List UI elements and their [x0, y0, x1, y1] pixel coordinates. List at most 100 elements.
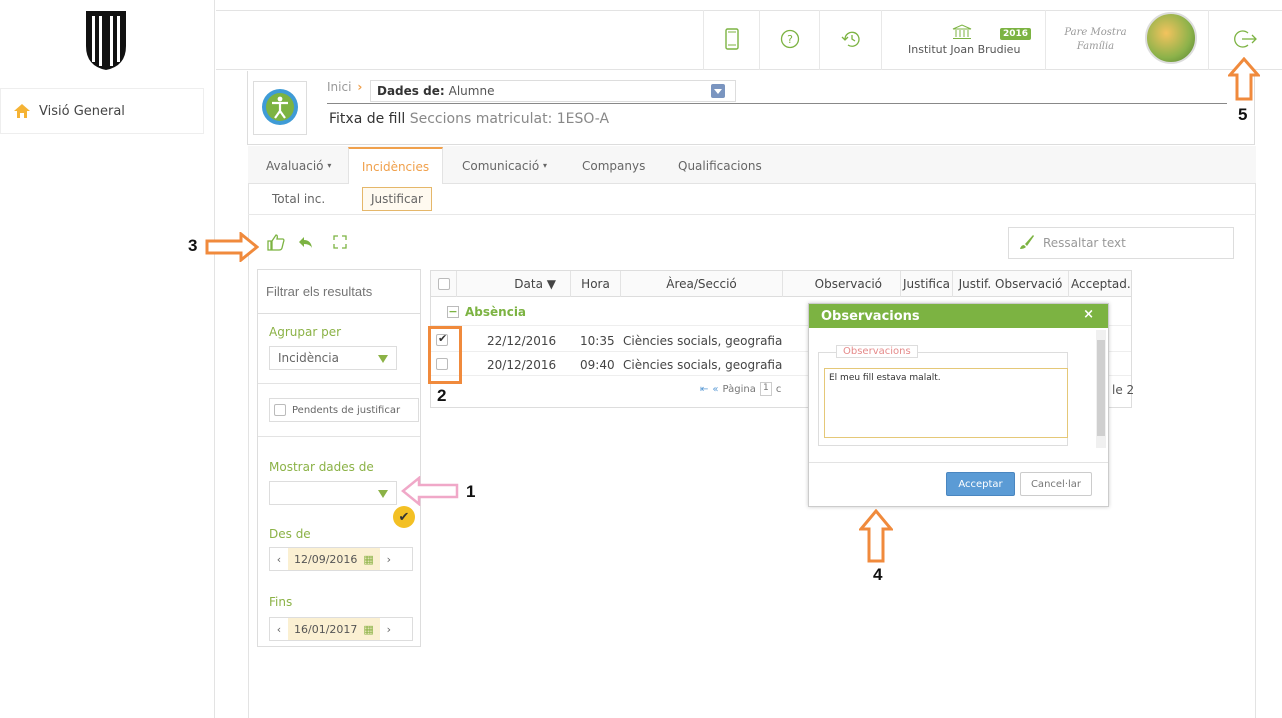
subtab-label: Total inc.: [272, 192, 326, 206]
pager-label: Pàgina: [722, 383, 756, 395]
next-date-icon[interactable]: ›: [380, 553, 398, 566]
sidebar-item-visio-general[interactable]: Visió General: [0, 88, 204, 134]
checkbox-icon: [437, 278, 450, 290]
student-avatar: [253, 81, 307, 135]
prev-page-icon[interactable]: «: [712, 384, 718, 395]
select-all-checkbox[interactable]: [431, 271, 457, 297]
prev-date-icon[interactable]: ‹: [270, 623, 288, 636]
svg-text:?: ?: [787, 33, 793, 46]
row-time: 09:40: [580, 358, 615, 372]
help-button[interactable]: ?: [759, 10, 819, 70]
apply-filter-button[interactable]: ✔: [393, 506, 415, 528]
calendar-icon[interactable]: ▦: [363, 623, 373, 636]
column-label: Hora: [581, 277, 610, 291]
marker-3: 3: [188, 236, 198, 255]
column-header-date[interactable]: Data ▼: [457, 271, 571, 297]
mobile-button[interactable]: [703, 10, 759, 70]
cancel-button[interactable]: Cancel·lar: [1020, 472, 1092, 496]
column-header-observation[interactable]: Observació: [783, 271, 901, 297]
chevron-down-icon: [378, 490, 388, 498]
marker-4: 4: [873, 565, 883, 584]
from-label: Des de: [269, 527, 311, 541]
history-button[interactable]: [819, 10, 881, 70]
caret-down-icon: ▾: [327, 161, 332, 170]
tab-incidencies[interactable]: Incidències: [348, 147, 443, 184]
highlight-box-checkboxes: [428, 326, 462, 384]
justify-button[interactable]: [261, 229, 291, 257]
group-by-label: Agrupar per: [269, 325, 342, 339]
reply-icon: [298, 235, 314, 252]
pager-of: c: [775, 383, 782, 395]
filter-divider: [258, 436, 420, 437]
tab-label: Companys: [582, 158, 646, 173]
subtab-divider: [248, 214, 1256, 215]
subtab-label: Justificar: [371, 192, 423, 206]
user-role: Família: [1076, 41, 1115, 52]
filter-search-input[interactable]: [258, 270, 420, 314]
from-date-picker[interactable]: ‹ 12/09/2016 ▦ ›: [269, 547, 413, 571]
year-badge: 2016: [1000, 27, 1032, 40]
sidebar-item-label: Visió General: [39, 103, 125, 119]
prev-date-icon[interactable]: ‹: [270, 553, 288, 566]
collapse-icon[interactable]: −: [447, 305, 459, 318]
pager-page-input[interactable]: 1: [759, 382, 772, 396]
subtab-total[interactable]: Total inc.: [264, 187, 333, 211]
dialog-divider: [809, 462, 1108, 463]
thumbs-up-icon: [266, 233, 286, 254]
column-header-area[interactable]: Àrea/Secció: [621, 271, 783, 297]
school-selector[interactable]: 2016 Institut Joan Brudieu: [881, 10, 1045, 70]
calendar-icon[interactable]: ▦: [363, 553, 373, 566]
show-data-select[interactable]: [269, 481, 397, 505]
dialog-title-bar: Observacions ×: [809, 304, 1108, 328]
user-info: Pare Mostra Família: [1045, 10, 1145, 70]
expand-icon: [333, 234, 347, 252]
column-label: Àrea/Secció: [666, 277, 737, 291]
dades-label: Dades de:: [377, 84, 445, 98]
from-date-value: 12/09/2016: [294, 552, 358, 566]
undo-button[interactable]: [291, 229, 321, 257]
next-date-icon[interactable]: ›: [380, 623, 398, 636]
accept-button[interactable]: Acceptar: [946, 472, 1015, 496]
user-avatar[interactable]: [1145, 12, 1197, 64]
dades-select[interactable]: Dades de: Alumne: [370, 80, 736, 102]
to-date-picker[interactable]: ‹ 16/01/2017 ▦ ›: [269, 617, 413, 641]
chevron-down-icon: [378, 355, 388, 363]
group-label: Absència: [465, 304, 527, 319]
row-area: Ciències socials, geografia: [623, 334, 783, 348]
first-page-icon[interactable]: ⇤: [700, 384, 708, 395]
column-header-accepted[interactable]: Acceptad.: [1069, 271, 1131, 297]
home-icon: [13, 103, 31, 119]
pager-total: le 2: [1112, 383, 1135, 397]
scrollbar-thumb[interactable]: [1097, 340, 1105, 436]
tab-avaluacio[interactable]: Avaluació ▾: [254, 147, 343, 184]
row-area: Ciències socials, geografia: [623, 358, 783, 372]
logout-icon: [1233, 28, 1258, 53]
brush-icon: [1019, 234, 1035, 253]
observations-legend: Observacions: [836, 345, 918, 358]
close-icon[interactable]: ×: [1083, 307, 1094, 322]
column-label: Data ▼: [514, 277, 556, 291]
header-divider: [327, 103, 1227, 104]
group-by-select[interactable]: Incidència: [269, 346, 397, 370]
fitxa-subtitle: Seccions matriculat: 1ESO-A: [409, 111, 610, 127]
checkbox-icon: [274, 404, 286, 416]
breadcrumb: Inici ›: [327, 80, 362, 94]
to-date-value: 16/01/2017: [294, 622, 358, 636]
column-header-justif-observation[interactable]: Justif. Observació: [953, 271, 1069, 297]
tab-companys[interactable]: Companys: [570, 147, 657, 184]
tab-label: Qualificacions: [678, 158, 762, 173]
column-header-time[interactable]: Hora: [571, 271, 621, 297]
to-label: Fins: [269, 595, 293, 609]
tab-qualificacions[interactable]: Qualificacions: [666, 147, 774, 184]
history-icon: [840, 29, 862, 52]
column-header-justified[interactable]: Justifica: [901, 271, 953, 297]
tab-comunicacio[interactable]: Comunicació ▾: [450, 147, 559, 184]
column-label: Justifica: [903, 277, 950, 291]
tab-label: Comunicació: [462, 158, 540, 173]
observations-textarea[interactable]: El meu fill estava malalt.: [824, 368, 1068, 438]
highlight-text-input[interactable]: Ressaltar text: [1008, 227, 1234, 259]
breadcrumb-home-link[interactable]: Inici: [327, 80, 351, 94]
subtab-justificar[interactable]: Justificar: [362, 187, 432, 211]
pending-checkbox[interactable]: Pendents de justificar: [269, 398, 419, 422]
expand-button[interactable]: [325, 229, 355, 257]
